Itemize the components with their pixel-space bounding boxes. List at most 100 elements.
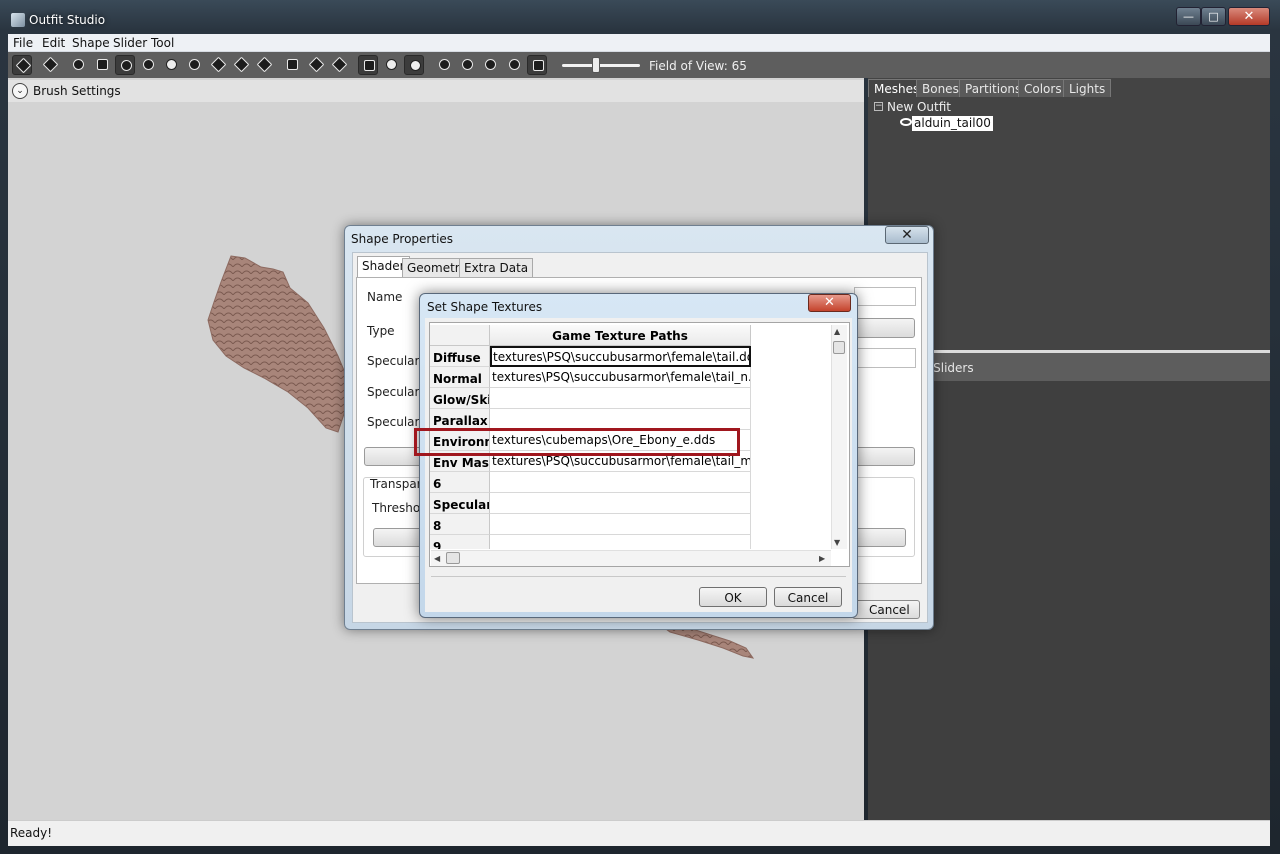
set-shape-textures-close-button[interactable]: ✕ [808, 294, 851, 312]
transform-gizmo-button[interactable] [282, 55, 302, 75]
texture-icon [509, 59, 520, 70]
scroll-right-icon[interactable]: ▶ [819, 554, 825, 563]
row-label: Diffuse [430, 346, 490, 367]
name-field[interactable] [854, 287, 916, 306]
scroll-up-icon[interactable]: ▲ [834, 327, 840, 336]
set-shape-textures-title: Set Shape Textures [427, 300, 543, 314]
row-label: Specular [430, 493, 490, 514]
inflate-icon [121, 60, 132, 71]
pen-icon [331, 56, 348, 73]
alpha-brush-icon [256, 56, 273, 73]
mask-brush-icon [73, 59, 84, 70]
scroll-down-icon[interactable]: ▼ [834, 538, 840, 547]
pivot-button[interactable] [306, 55, 326, 75]
type-dropdown[interactable] [854, 318, 915, 338]
texture-path-cell[interactable] [490, 535, 751, 549]
menu-edit[interactable]: Edit [42, 36, 65, 50]
select-tool-button[interactable] [12, 55, 32, 75]
unmask-brush-button[interactable] [92, 55, 112, 75]
pen-tool-button[interactable] [329, 55, 349, 75]
horizontal-scroll-thumb[interactable] [446, 552, 460, 564]
weight-brush-button[interactable] [208, 55, 228, 75]
shape-properties-title: Shape Properties [351, 232, 454, 246]
fov-slider-thumb[interactable] [592, 57, 600, 73]
table-row: Specular [430, 493, 751, 514]
tree-collapse-icon[interactable]: − [874, 102, 883, 111]
tree-item-mesh[interactable]: alduin_tail00 [912, 116, 993, 131]
color-brush-button[interactable] [231, 55, 251, 75]
tab-bones[interactable]: Bones [916, 79, 965, 97]
table-row: Glow/Skin [430, 388, 751, 409]
fov-label: Field of View: 65 [649, 59, 747, 73]
wireframe-button[interactable] [457, 55, 477, 75]
chevron-down-icon[interactable]: ⌄ [12, 83, 28, 99]
alpha-brush-button[interactable] [254, 55, 274, 75]
cube-icon [533, 60, 544, 71]
specular-color-field[interactable] [854, 348, 916, 368]
type-label: Type [367, 324, 395, 338]
row-label: Normal [430, 367, 490, 388]
pin-icon [308, 56, 325, 73]
texture-path-cell[interactable]: textures\PSQ\succubusarmor\female\tail_n… [490, 367, 751, 388]
unmask-icon [97, 59, 108, 70]
row-label: Glow/Skin [430, 388, 490, 409]
close-button[interactable]: ✕ [1228, 7, 1270, 26]
mask-brush-button[interactable] [68, 55, 88, 75]
texture-path-cell[interactable] [490, 493, 751, 514]
show-vertices-button[interactable] [434, 55, 454, 75]
brush-settings-bar[interactable] [8, 80, 864, 102]
smooth-brush-button[interactable] [184, 55, 204, 75]
deflate-brush-button[interactable] [138, 55, 158, 75]
table-row: 9 [430, 535, 751, 549]
texture-path-cell[interactable] [490, 409, 751, 430]
wireframe-icon [462, 59, 473, 70]
transform-icon [42, 56, 59, 73]
fov-slider[interactable] [562, 64, 640, 67]
texture-path-cell[interactable] [490, 472, 751, 493]
table-row: 8 [430, 514, 751, 535]
deflate-icon [143, 59, 154, 70]
shape-properties-close-button[interactable]: ✕ [885, 226, 929, 244]
tree-root-outfit[interactable]: New Outfit [887, 100, 951, 114]
grid-corner [430, 325, 490, 346]
vertical-scroll-thumb[interactable] [833, 341, 845, 354]
texture-button[interactable] [504, 55, 524, 75]
column-header: Game Texture Paths [490, 325, 751, 346]
eye-icon[interactable] [900, 118, 912, 126]
horizontal-scrollbar[interactable] [431, 550, 831, 566]
menu-shape[interactable]: Shape [72, 36, 110, 50]
texture-path-cell[interactable] [490, 388, 751, 409]
connected-only-button[interactable] [381, 55, 401, 75]
menu-tool[interactable]: Tool [151, 36, 174, 50]
dialog-divider [431, 576, 846, 577]
minimize-button[interactable]: — [1176, 7, 1201, 26]
maximize-button[interactable]: □ [1201, 7, 1226, 26]
inflate-brush-button[interactable] [115, 55, 135, 75]
brush-settings-label[interactable]: Brush Settings [33, 84, 121, 98]
shape-properties-cancel-button[interactable]: Cancel [852, 600, 920, 619]
table-row: Normal textures\PSQ\succubusarmor\female… [430, 367, 751, 388]
scroll-left-icon[interactable]: ◀ [434, 554, 440, 563]
menu-file[interactable]: File [13, 36, 33, 50]
transform-tool-button[interactable] [40, 55, 60, 75]
texture-path-cell[interactable] [490, 514, 751, 535]
cancel-button[interactable]: Cancel [774, 587, 842, 607]
color-brush-icon [233, 56, 250, 73]
xmirror-button[interactable] [358, 55, 378, 75]
tab-extra-data[interactable]: Extra Data [459, 258, 534, 277]
tab-lights[interactable]: Lights [1063, 79, 1112, 97]
vertical-scrollbar[interactable] [831, 325, 847, 549]
mirror-icon [364, 60, 375, 71]
move-icon [166, 59, 177, 70]
ok-button[interactable]: OK [699, 587, 767, 607]
window-title: Outfit Studio [29, 13, 106, 27]
global-brush-button[interactable] [404, 55, 424, 75]
move-brush-button[interactable] [161, 55, 181, 75]
lighting-button[interactable] [480, 55, 500, 75]
row-label: 6 [430, 472, 490, 493]
tab-colors[interactable]: Colors [1018, 79, 1068, 97]
highlight-annotation [414, 428, 740, 456]
show-mask-button[interactable] [527, 55, 547, 75]
texture-path-cell[interactable]: textures\PSQ\succubusarmor\female\tail.d… [490, 346, 751, 367]
menu-slider[interactable]: Slider [113, 36, 147, 50]
